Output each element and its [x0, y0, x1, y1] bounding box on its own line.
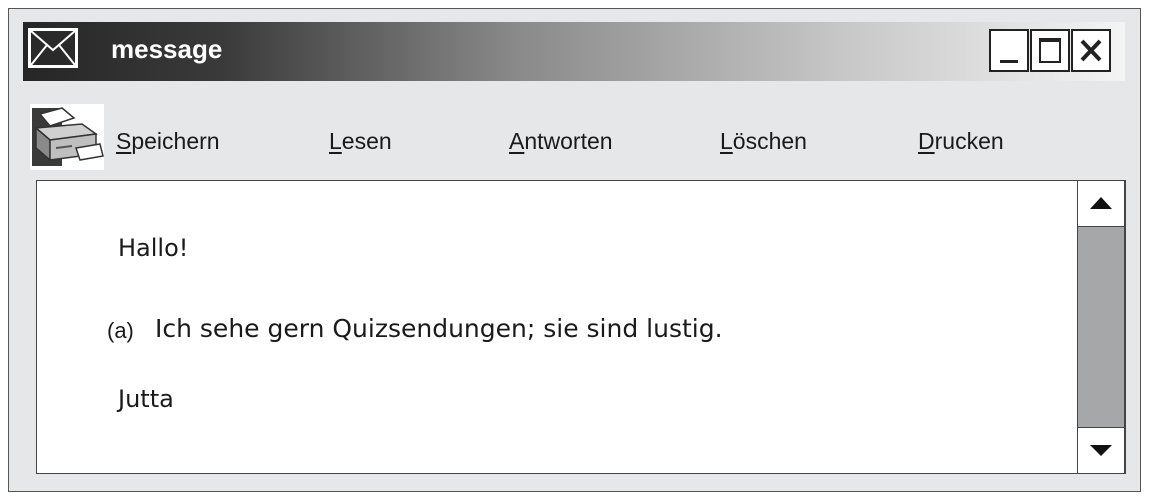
message-sentence: Ich sehe gern Quizsendungen; sie sind lu…: [155, 314, 723, 343]
printer-icon[interactable]: [30, 104, 104, 170]
menu-drucken-label: rucken: [934, 128, 1004, 154]
vertical-scrollbar[interactable]: [1077, 180, 1125, 474]
scroll-down-button[interactable]: [1078, 427, 1124, 473]
menu-lesen-label: esen: [341, 128, 392, 154]
menu-drucken[interactable]: Drucken: [918, 127, 1004, 155]
menu-loeschen-label: öschen: [732, 128, 807, 154]
menu-lesen[interactable]: Lesen: [329, 127, 392, 155]
item-label: (a): [107, 318, 134, 343]
message-signoff: Jutta: [118, 385, 174, 413]
window-title: message: [111, 34, 223, 64]
menu-speichern-label: peichern: [131, 128, 220, 154]
menu-speichern[interactable]: Speichern: [116, 127, 220, 155]
maximize-icon[interactable]: [1030, 29, 1070, 72]
message-greeting: Hallo!: [118, 234, 189, 262]
menu-antworten-label: ntworten: [524, 128, 613, 154]
menu-speichern-accesskey: S: [116, 128, 132, 154]
envelope-icon: [28, 28, 78, 68]
triangle-up-icon: [1090, 197, 1112, 209]
menu-loeschen[interactable]: Löschen: [720, 127, 807, 155]
message-body[interactable]: Hallo! (a) Ich sehe gern Quizsendungen; …: [36, 180, 1126, 474]
menu-antworten[interactable]: Antworten: [509, 127, 613, 155]
menu-lesen-accesskey: L: [329, 128, 342, 154]
menu-loeschen-accesskey: L: [720, 128, 733, 154]
scroll-up-button[interactable]: [1078, 181, 1124, 227]
title-bar[interactable]: message: [23, 22, 1125, 81]
menu-antworten-accesskey: A: [509, 128, 525, 154]
minimize-icon[interactable]: [989, 29, 1029, 72]
close-icon[interactable]: [1071, 29, 1111, 72]
menu-drucken-accesskey: D: [918, 128, 935, 154]
triangle-down-icon: [1090, 445, 1112, 456]
